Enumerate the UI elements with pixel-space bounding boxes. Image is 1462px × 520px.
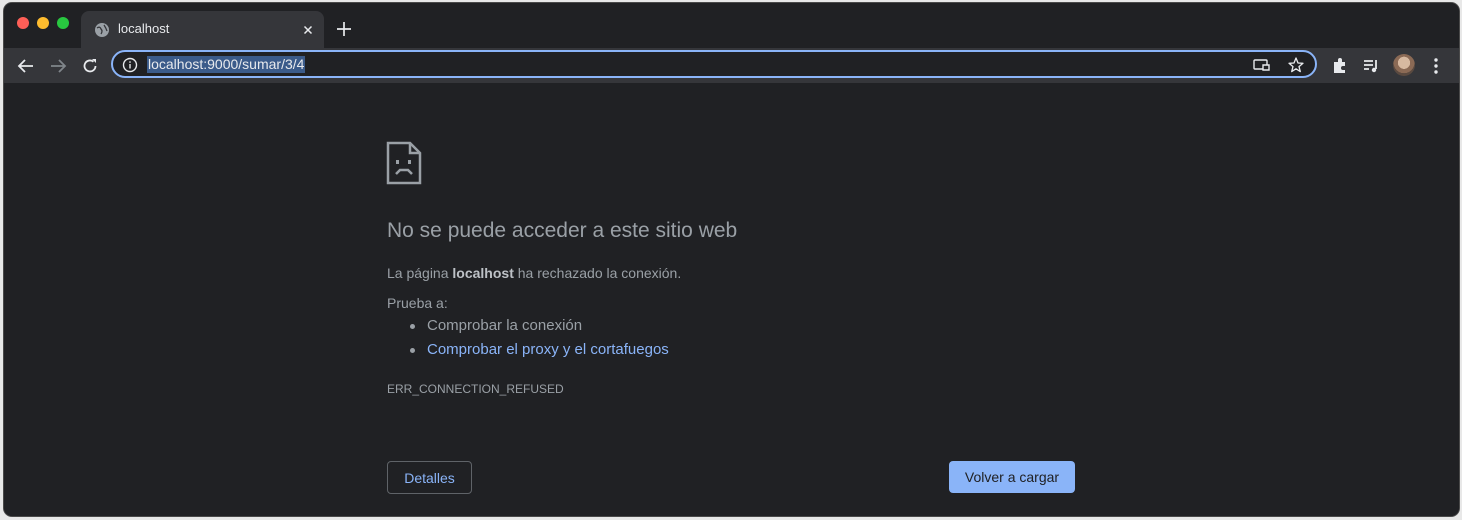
suggestions-list: Comprobar la conexión Comprobar el proxy… [387, 314, 669, 362]
suggestion-check-proxy[interactable]: Comprobar el proxy y el cortafuegos [410, 338, 669, 362]
extensions-puzzle-icon[interactable] [1330, 56, 1350, 76]
error-code: ERR_CONNECTION_REFUSED [387, 382, 564, 396]
reload-button[interactable]: Volver a cargar [949, 461, 1075, 493]
info-icon[interactable] [122, 57, 138, 73]
install-app-icon[interactable] [1253, 57, 1271, 73]
back-icon[interactable] [16, 56, 36, 76]
close-window-button[interactable] [17, 17, 29, 29]
message-suffix: ha rechazado la conexión. [513, 265, 682, 281]
tab-title: localhost [118, 21, 170, 36]
maximize-window-button[interactable] [57, 17, 69, 29]
browser-window: localhost localhost:9000/sumar/3/4 No se… [4, 3, 1459, 516]
globe-icon [95, 23, 109, 37]
check-proxy-link[interactable]: Comprobar el proxy y el cortafuegos [427, 341, 669, 358]
close-tab-icon[interactable] [300, 22, 316, 38]
toolbar: localhost:9000/sumar/3/4 [4, 48, 1459, 83]
error-page: No se puede acceder a este sitio web La … [4, 83, 1459, 516]
message-prefix: La página [387, 265, 453, 281]
new-tab-icon[interactable] [334, 19, 354, 39]
media-playlist-icon[interactable] [1361, 56, 1381, 76]
minimize-window-button[interactable] [37, 17, 49, 29]
tab-localhost[interactable]: localhost [81, 11, 324, 48]
message-host: localhost [452, 265, 514, 281]
try-label: Prueba a: [387, 295, 448, 311]
bookmark-star-icon[interactable] [1287, 56, 1305, 74]
address-bar[interactable]: localhost:9000/sumar/3/4 [111, 50, 1317, 78]
more-menu-icon[interactable] [1426, 56, 1446, 76]
title-bar: localhost [4, 3, 1459, 48]
url-text[interactable]: localhost:9000/sumar/3/4 [147, 56, 306, 73]
details-button[interactable]: Detalles [387, 461, 472, 494]
sad-document-icon [386, 141, 422, 185]
profile-avatar[interactable] [1393, 54, 1415, 76]
forward-icon[interactable] [48, 56, 68, 76]
error-message: La página localhost ha rechazado la cone… [387, 265, 681, 281]
error-heading: No se puede acceder a este sitio web [387, 219, 738, 242]
reload-icon[interactable] [80, 56, 100, 76]
suggestion-check-connection: Comprobar la conexión [410, 314, 669, 338]
